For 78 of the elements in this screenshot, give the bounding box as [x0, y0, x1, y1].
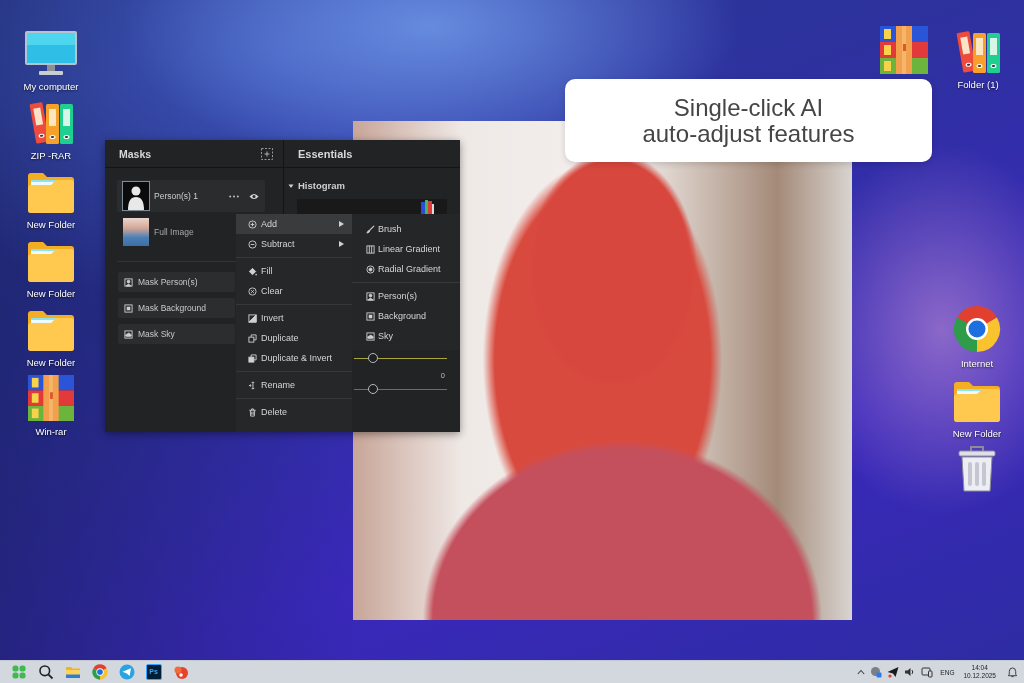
- mask-layer[interactable]: Full Image: [117, 216, 200, 248]
- framed-square-icon: [124, 303, 133, 313]
- eye-icon[interactable]: [249, 192, 259, 200]
- panel-title: Masks: [119, 147, 152, 160]
- slider-thumb[interactable]: [367, 353, 378, 363]
- mask-button[interactable]: Mask Person(s): [118, 272, 235, 292]
- duplicate-filled-icon: [248, 353, 257, 363]
- menu-item[interactable]: Background: [352, 306, 460, 326]
- folder-icon[interactable]: [953, 379, 1001, 423]
- menu-item[interactable]: Sky: [352, 326, 460, 346]
- paper-plane-icon[interactable]: [118, 664, 135, 680]
- add-mask-icon[interactable]: [261, 147, 273, 160]
- section-toggle[interactable]: Histogram: [288, 180, 345, 191]
- silhouette-thumbnail: [123, 182, 149, 210]
- shortcut-label[interactable]: New Folder: [952, 428, 1002, 440]
- chevron-up-icon[interactable]: [857, 669, 866, 675]
- browser-icon[interactable]: [91, 664, 108, 680]
- menu-item[interactable]: Rename: [236, 375, 352, 395]
- menu-item[interactable]: Clear: [236, 281, 352, 301]
- menu-item[interactable]: Person(s): [352, 286, 460, 306]
- menu-item[interactable]: Brush: [352, 219, 460, 239]
- badge-circle-icon[interactable]: [870, 666, 883, 678]
- mask-button[interactable]: Mask Background: [118, 298, 235, 318]
- shortcut-label[interactable]: New Folder: [26, 219, 76, 231]
- framed-square-icon: [366, 311, 375, 321]
- menu-item[interactable]: Delete: [236, 402, 352, 422]
- concentric-circles-icon: [366, 264, 375, 274]
- folder-icon[interactable]: [27, 170, 75, 214]
- person-icon: [124, 277, 133, 287]
- panel-title: Essentials: [298, 147, 353, 160]
- search-icon[interactable]: [37, 664, 54, 680]
- cloud-icon: [366, 331, 375, 341]
- shortcut-label[interactable]: My computer: [23, 81, 79, 93]
- trash-icon: [248, 407, 257, 417]
- browser-icon[interactable]: [953, 305, 1001, 353]
- menu-item[interactable]: Invert: [236, 308, 352, 328]
- menu-item[interactable]: Subtract: [236, 234, 352, 254]
- paint-bucket-icon: [248, 266, 257, 276]
- duplicate-icon: [248, 333, 257, 343]
- strapped-books-icon[interactable]: [880, 26, 928, 74]
- device-icon[interactable]: [921, 666, 934, 678]
- callout-text: Single-click AI auto-adjust features: [642, 94, 855, 147]
- send-icon[interactable]: [887, 666, 900, 678]
- menu-item[interactable]: Duplicate: [236, 328, 352, 348]
- plus-circle-icon: [248, 219, 257, 229]
- shortcut-label[interactable]: Win-rar: [35, 426, 67, 438]
- striped-square-icon: [366, 244, 375, 254]
- slider-thumb[interactable]: [367, 384, 378, 394]
- mask-layer[interactable]: Person(s) 1: [117, 180, 265, 212]
- folder-icon[interactable]: [27, 308, 75, 352]
- x-circle-icon: [248, 286, 257, 296]
- minus-circle-icon: [248, 239, 257, 249]
- shortcut-label[interactable]: Internet: [960, 358, 994, 370]
- monitor-icon[interactable]: [24, 30, 78, 76]
- menu-item[interactable]: Duplicate & Invert: [236, 348, 352, 368]
- cloud-icon: [124, 329, 133, 339]
- menu-item[interactable]: Linear Gradient: [352, 239, 460, 259]
- shortcut-label[interactable]: New Folder: [26, 357, 76, 369]
- folder-icon[interactable]: [27, 239, 75, 283]
- brush-icon: [366, 224, 375, 234]
- shortcut-label[interactable]: Folder (1): [957, 79, 999, 91]
- bubbles-icon[interactable]: [172, 664, 189, 680]
- shortcut-label[interactable]: New Folder: [26, 288, 76, 300]
- mask-button[interactable]: Mask Sky: [118, 324, 235, 344]
- more-icon[interactable]: [229, 194, 239, 198]
- menu-item[interactable]: Fill: [236, 261, 352, 281]
- bell-icon[interactable]: [1007, 666, 1018, 678]
- text-cursor-icon: [248, 380, 257, 390]
- menu-item[interactable]: Add: [236, 214, 352, 234]
- binders-icon[interactable]: [28, 99, 74, 145]
- person-icon: [366, 291, 375, 301]
- photo-thumbnail: [123, 218, 149, 246]
- trash-icon[interactable]: [957, 445, 997, 493]
- invert-icon: [248, 313, 257, 323]
- strapped-books-icon[interactable]: [27, 375, 75, 421]
- binders-icon[interactable]: [955, 28, 1001, 74]
- menu-item[interactable]: Radial Gradient: [352, 259, 460, 279]
- shortcut-label[interactable]: ZIP -RAR: [30, 150, 72, 162]
